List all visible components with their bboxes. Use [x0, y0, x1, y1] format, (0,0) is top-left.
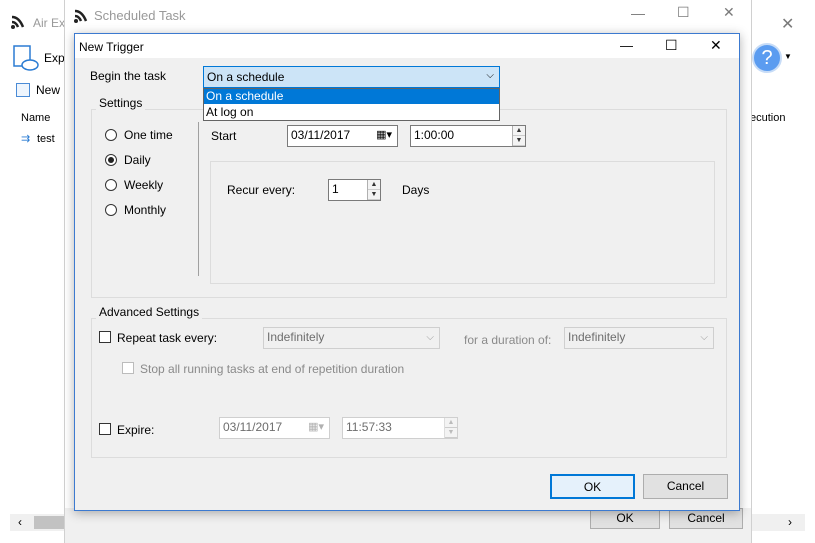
begin-task-select[interactable]: On a schedule ⌵ [203, 66, 500, 88]
radio-monthly-label[interactable]: Monthly [124, 203, 166, 217]
stop-tasks-checkbox[interactable] [122, 362, 134, 374]
stop-tasks-label[interactable]: Stop all running tasks at end of repetit… [140, 362, 404, 376]
expire-calendar-icon[interactable]: ▦▾ [308, 418, 324, 437]
dialog-maximize-icon[interactable]: ☐ [665, 37, 678, 54]
execution-column-header[interactable]: ecution [750, 112, 785, 124]
settings-group-label: Settings [96, 96, 146, 110]
dialog-close-icon[interactable]: ✕ [710, 37, 722, 54]
scheduled-task-minimize-icon[interactable]: — [631, 5, 645, 21]
recurrence-panel [210, 161, 715, 284]
expire-date-value: 03/11/2017 [223, 420, 283, 434]
radio-one-time[interactable] [105, 129, 117, 141]
start-time-value: 1:00:00 [414, 128, 455, 142]
settings-divider [198, 122, 199, 276]
dropdown-option-at-log-on[interactable]: At log on [204, 105, 499, 120]
duration-value: Indefinitely [568, 330, 626, 344]
recur-every-spinner[interactable]: ▲ ▼ [367, 180, 380, 200]
dropdown-option-on-a-schedule[interactable]: On a schedule [204, 89, 499, 104]
repeat-interval-select[interactable]: Indefinitely ⌵ [263, 327, 440, 349]
recur-every-label: Recur every: [227, 183, 296, 197]
start-time-spinner[interactable]: ▲ ▼ [512, 126, 525, 146]
expire-label[interactable]: Expire: [117, 423, 154, 437]
expire-time-spinner[interactable]: ▲ ▼ [444, 418, 457, 438]
scheduled-task-logo-icon [73, 8, 89, 24]
duration-chevron-down-icon: ⌵ [700, 332, 708, 343]
new-trigger-dialog: New Trigger — ☐ ✕ Begin the task On a sc… [74, 33, 740, 511]
scroll-right-icon[interactable]: › [788, 515, 792, 529]
radio-weekly-label[interactable]: Weekly [124, 178, 163, 192]
app-logo-icon [10, 14, 26, 30]
explore-cloud-icon[interactable] [12, 44, 40, 72]
begin-task-value: On a schedule [207, 70, 285, 84]
radio-daily[interactable] [105, 154, 117, 166]
repeat-interval-value: Indefinitely [267, 330, 325, 344]
app-close-icon[interactable]: ✕ [781, 14, 794, 34]
radio-monthly[interactable] [105, 204, 117, 216]
dialog-minimize-icon[interactable]: — [620, 38, 633, 53]
recur-unit-label: Days [402, 183, 430, 197]
help-dropdown-icon[interactable]: ▼ [784, 52, 792, 61]
chevron-down-icon: ⌵ [486, 70, 494, 81]
calendar-icon[interactable]: ▦▾ [376, 126, 392, 145]
start-date-value: 03/11/2017 [291, 128, 351, 142]
radio-daily-label[interactable]: Daily [124, 153, 151, 167]
start-date-field[interactable]: 03/11/2017 ▦▾ [287, 125, 398, 147]
radio-one-time-label[interactable]: One time [124, 128, 173, 142]
dialog-title: New Trigger [79, 40, 144, 54]
scheduled-task-title: Scheduled Task [94, 8, 186, 23]
help-icon[interactable]: ? [752, 43, 782, 73]
dialog-ok-button[interactable]: OK [550, 474, 635, 499]
begin-task-label: Begin the task [90, 69, 167, 83]
duration-select[interactable]: Indefinitely ⌵ [564, 327, 714, 349]
repeat-task-checkbox[interactable] [99, 331, 111, 343]
advanced-settings-label: Advanced Settings [96, 305, 203, 319]
repeat-chevron-down-icon: ⌵ [426, 332, 434, 343]
duration-label: for a duration of: [464, 333, 552, 347]
start-time-field[interactable]: 1:00:00 ▲ ▼ [410, 125, 526, 147]
scheduled-task-ok-button[interactable]: OK [590, 508, 660, 529]
new-icon [16, 83, 30, 97]
dialog-title-bar [75, 34, 739, 58]
repeat-task-label[interactable]: Repeat task every: [117, 331, 217, 345]
begin-task-dropdown-list: On a schedule At log on [203, 88, 500, 121]
scroll-left-icon[interactable]: ‹ [18, 515, 22, 529]
recur-every-value: 1 [332, 182, 339, 196]
dialog-cancel-button[interactable]: Cancel [643, 474, 728, 499]
expire-date-field[interactable]: 03/11/2017 ▦▾ [219, 417, 330, 439]
name-column-header[interactable]: Name [21, 112, 50, 124]
task-icon: ⇉ [21, 133, 31, 145]
start-label: Start [211, 129, 237, 143]
new-button-label[interactable]: New [36, 83, 60, 97]
scheduled-task-cancel-button[interactable]: Cancel [669, 508, 743, 529]
expire-time-field[interactable]: 11:57:33 ▲ ▼ [342, 417, 458, 439]
task-row-name[interactable]: test [37, 133, 55, 145]
recur-every-field[interactable]: 1 ▲ ▼ [328, 179, 381, 201]
scheduled-task-maximize-icon[interactable]: ☐ [677, 4, 690, 21]
app-title: Air Ex [33, 16, 66, 30]
scheduled-task-close-icon[interactable]: ✕ [723, 4, 735, 21]
expire-time-value: 11:57:33 [346, 420, 392, 434]
radio-weekly[interactable] [105, 179, 117, 191]
expire-checkbox[interactable] [99, 423, 111, 435]
